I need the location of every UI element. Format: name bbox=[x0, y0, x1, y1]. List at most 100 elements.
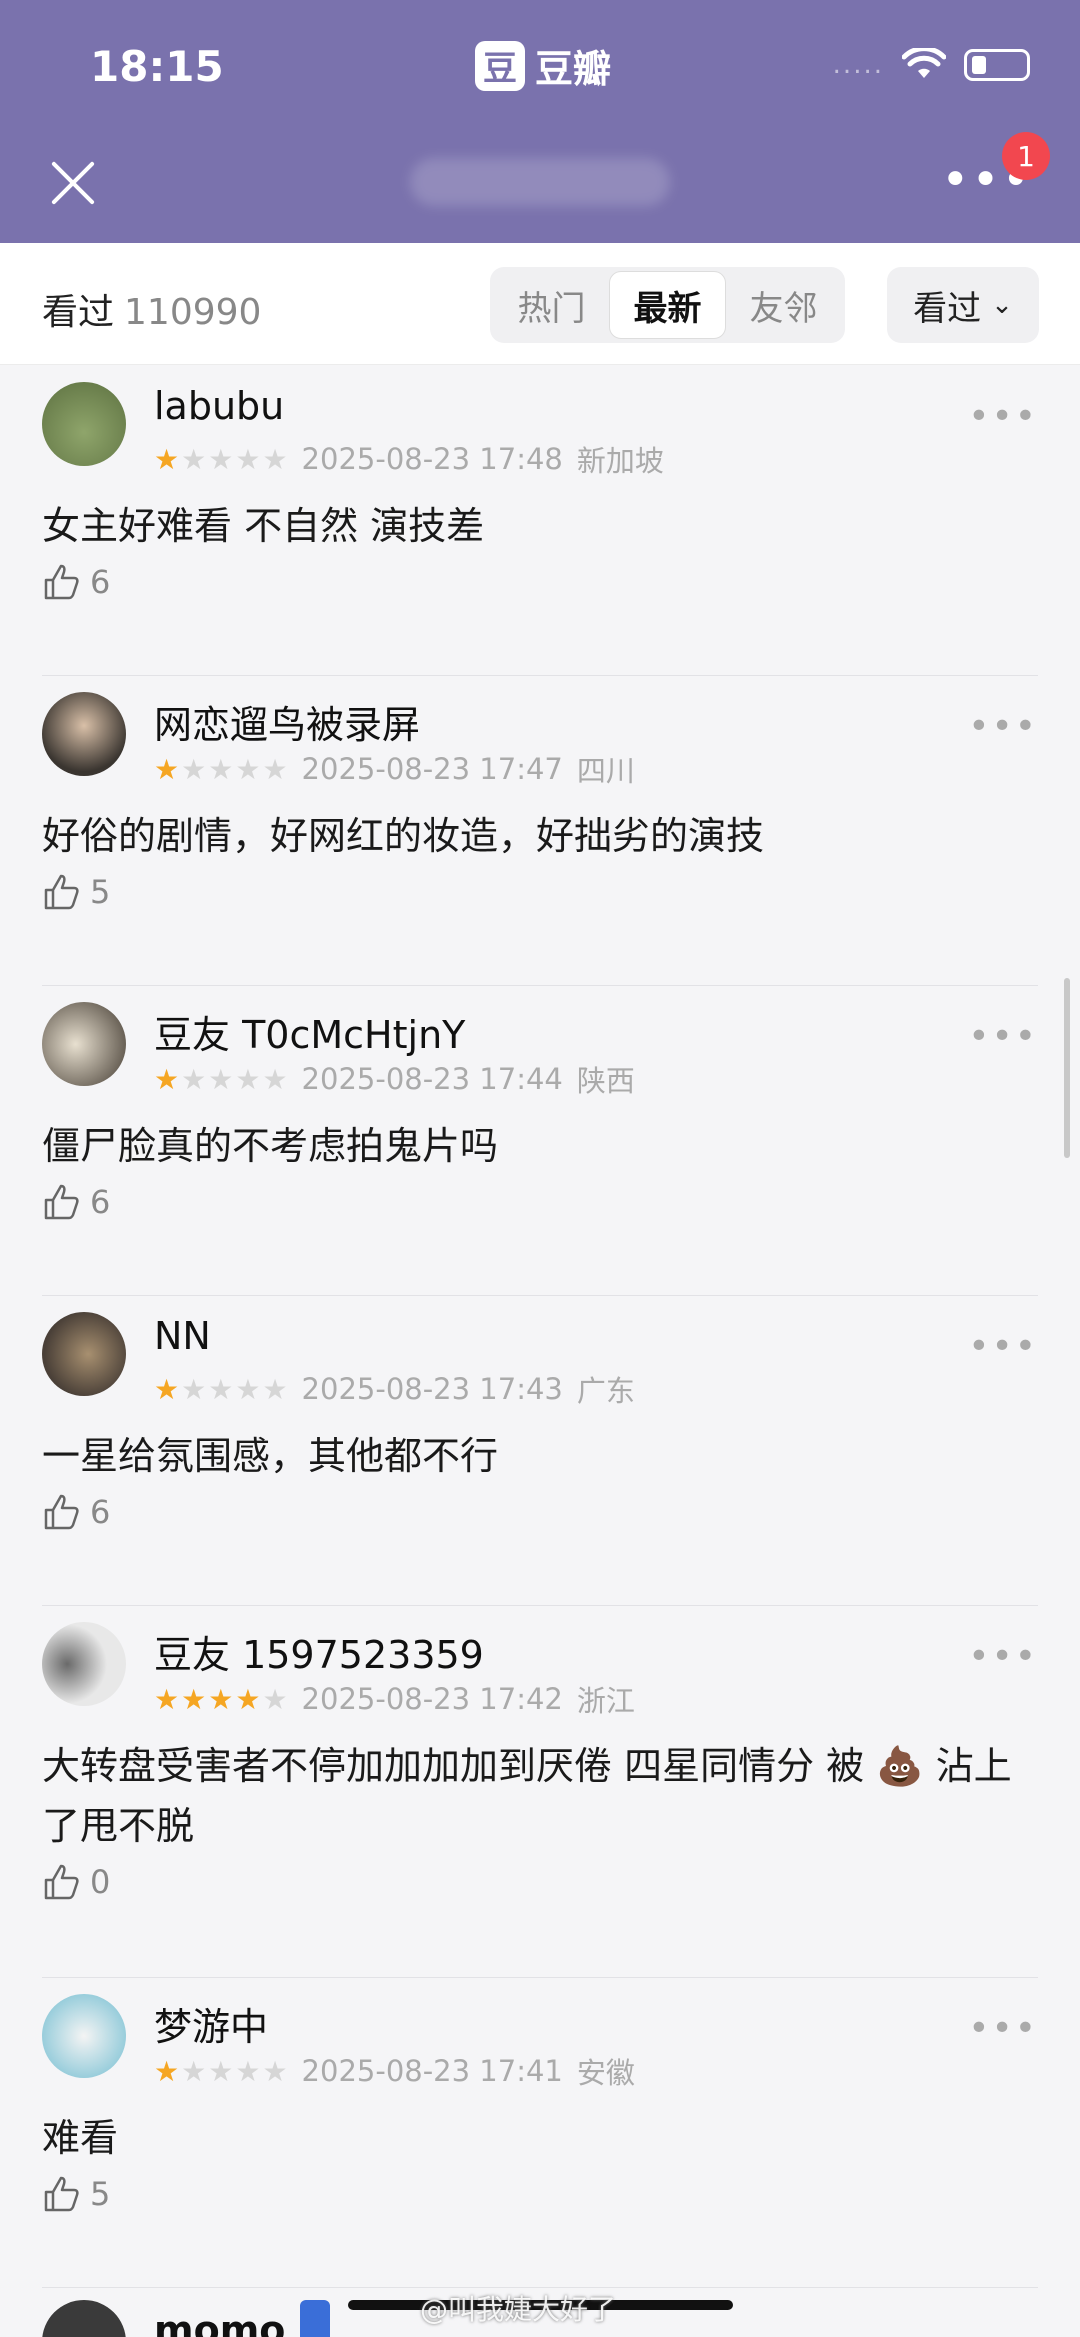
like-count: 6 bbox=[90, 563, 111, 601]
avatar[interactable] bbox=[42, 1994, 126, 2078]
star-icon: ★ bbox=[235, 752, 261, 786]
rating-stars: ★ ★ ★ ★ ★ bbox=[154, 1063, 288, 1096]
username[interactable]: 豆友 1597523359 bbox=[154, 1624, 484, 1679]
review-item: 豆友 T0cMcHtjnY ★ ★ ★ ★ ★ 2025-08-23 17:44 陕西 … bbox=[42, 986, 1038, 1296]
star-icon: ★ bbox=[181, 442, 207, 476]
tab-friends[interactable]: 友邻 bbox=[726, 271, 841, 339]
avatar[interactable] bbox=[42, 2300, 126, 2337]
wifi-icon bbox=[902, 48, 946, 78]
star-icon: ★ bbox=[262, 2054, 288, 2088]
blurred-title bbox=[410, 158, 670, 206]
review-list: labubu ★ ★ ★ ★ ★ 2025-08-23 17:48 新加坡 ••• 女主… bbox=[0, 366, 1080, 2288]
douban-logo-icon: 豆 bbox=[475, 40, 525, 91]
username[interactable]: 网恋遛鸟被录屏 bbox=[154, 694, 420, 749]
review-item: NN ★ ★ ★ ★ ★ 2025-08-23 17:43 广东 ••• 一星给氛围感，… bbox=[42, 1296, 1038, 1606]
star-icon: ★ bbox=[208, 2054, 234, 2088]
chevron-down-icon: ⌄ bbox=[991, 290, 1013, 320]
avatar[interactable] bbox=[42, 1002, 126, 1086]
avatar[interactable] bbox=[42, 1312, 126, 1396]
star-icon: ★ bbox=[181, 1062, 207, 1096]
username[interactable]: labubu bbox=[154, 384, 284, 428]
review-more-button[interactable]: ••• bbox=[968, 1636, 1038, 1677]
star-icon: ★ bbox=[208, 442, 234, 476]
like-button[interactable]: 6 bbox=[42, 1182, 110, 1222]
thumbs-up-icon bbox=[44, 1184, 79, 1220]
like-button[interactable]: 5 bbox=[42, 872, 110, 912]
star-icon: ★ bbox=[208, 1682, 234, 1716]
review-more-button[interactable]: ••• bbox=[968, 1016, 1038, 1057]
watermark: @叫我婕大好了 bbox=[420, 2293, 617, 2326]
review-meta: ★ ★ ★ ★ ★ 2025-08-23 17:48 新加坡 bbox=[154, 438, 664, 480]
star-icon: ★ bbox=[154, 752, 180, 786]
thumbs-up-icon bbox=[44, 1494, 79, 1530]
star-icon: ★ bbox=[235, 2054, 261, 2088]
review-text: 僵尸脸真的不考虑拍鬼片吗 bbox=[42, 1124, 499, 1168]
star-icon: ★ bbox=[181, 1372, 207, 1406]
tab-hot[interactable]: 热门 bbox=[494, 271, 609, 339]
username[interactable]: 豆友 T0cMcHtjnY bbox=[154, 1004, 465, 1059]
review-text: 好俗的剧情，好网红的妆造，好拙劣的演技 bbox=[42, 814, 765, 858]
review-meta: ★ ★ ★ ★ ★ 2025-08-23 17:42 浙江 bbox=[154, 1678, 635, 1720]
star-icon: ★ bbox=[262, 1682, 288, 1716]
dropdown-label: 看过 bbox=[913, 288, 982, 329]
star-icon: ★ bbox=[181, 1682, 207, 1716]
star-icon: ★ bbox=[262, 752, 288, 786]
rating-stars: ★ ★ ★ ★ ★ bbox=[154, 443, 288, 476]
thumbs-up-icon bbox=[44, 874, 79, 910]
review-text: 女主好难看 不自然 演技差 bbox=[42, 504, 485, 548]
review-time: 2025-08-23 17:43 bbox=[301, 1372, 563, 1406]
review-meta: ★ ★ ★ ★ ★ 2025-08-23 17:47 四川 bbox=[154, 748, 635, 790]
star-icon: ★ bbox=[154, 442, 180, 476]
like-count: 5 bbox=[90, 2175, 111, 2213]
sort-tabs: 热门 最新 友邻 bbox=[490, 267, 845, 343]
battery-icon bbox=[964, 49, 1030, 81]
review-location: 新加坡 bbox=[576, 444, 664, 478]
review-location: 四川 bbox=[576, 754, 635, 788]
tab-latest[interactable]: 最新 bbox=[609, 271, 726, 339]
like-button[interactable]: 5 bbox=[42, 2174, 110, 2214]
like-button[interactable]: 6 bbox=[42, 562, 110, 602]
star-icon: ★ bbox=[181, 2054, 207, 2088]
filter-bar: 看过 110990 热门 最新 友邻 看过 ⌄ bbox=[0, 243, 1080, 365]
scrollbar[interactable] bbox=[1064, 978, 1070, 1158]
app-name: 豆瓣 bbox=[535, 47, 612, 91]
avatar[interactable] bbox=[42, 382, 126, 466]
thumbs-up-icon bbox=[44, 564, 79, 600]
seen-label: 看过 bbox=[42, 292, 115, 333]
rating-stars: ★ ★ ★ ★ ★ bbox=[154, 2055, 288, 2088]
star-icon: ★ bbox=[181, 752, 207, 786]
star-icon: ★ bbox=[208, 1372, 234, 1406]
star-icon: ★ bbox=[235, 1682, 261, 1716]
review-meta: ★ ★ ★ ★ ★ 2025-08-23 17:41 安徽 bbox=[154, 2050, 635, 2092]
like-button[interactable]: 6 bbox=[42, 1492, 110, 1532]
review-item: 网恋遛鸟被录屏 ★ ★ ★ ★ ★ 2025-08-23 17:47 四川 ••• 好俗… bbox=[42, 676, 1038, 986]
username[interactable]: NN bbox=[154, 1314, 211, 1358]
like-button[interactable]: 0 bbox=[42, 1862, 110, 1902]
close-button[interactable] bbox=[48, 158, 98, 208]
drink-can-icon bbox=[300, 2300, 330, 2337]
like-count: 6 bbox=[90, 1183, 111, 1221]
review-more-button[interactable]: ••• bbox=[968, 706, 1038, 747]
review-text: 大转盘受害者不停加加加加到厌倦 四星同情分 被 💩 沾上了甩不脱 bbox=[42, 1744, 1012, 1848]
review-more-button[interactable]: ••• bbox=[968, 2008, 1038, 2049]
review-time: 2025-08-23 17:42 bbox=[301, 1682, 563, 1716]
review-item: labubu ★ ★ ★ ★ ★ 2025-08-23 17:48 新加坡 ••• 女主… bbox=[42, 366, 1038, 676]
like-count: 6 bbox=[90, 1493, 111, 1531]
review-location: 浙江 bbox=[576, 1684, 635, 1718]
star-icon: ★ bbox=[154, 1062, 180, 1096]
review-time: 2025-08-23 17:44 bbox=[301, 1062, 563, 1096]
review-location: 陕西 bbox=[576, 1064, 635, 1098]
username[interactable]: momo bbox=[154, 2308, 285, 2337]
star-icon: ★ bbox=[235, 1372, 261, 1406]
review-meta: ★ ★ ★ ★ ★ 2025-08-23 17:43 广东 bbox=[154, 1368, 635, 1410]
status-dropdown[interactable]: 看过 ⌄ bbox=[887, 267, 1039, 343]
rating-stars: ★ ★ ★ ★ ★ bbox=[154, 1373, 288, 1406]
review-more-button[interactable]: ••• bbox=[968, 1326, 1038, 1367]
username[interactable]: 梦游中 bbox=[154, 1996, 268, 2051]
avatar[interactable] bbox=[42, 1622, 126, 1706]
review-more-button[interactable]: ••• bbox=[968, 396, 1038, 437]
avatar[interactable] bbox=[42, 692, 126, 776]
star-icon: ★ bbox=[262, 442, 288, 476]
star-icon: ★ bbox=[262, 1372, 288, 1406]
star-icon: ★ bbox=[208, 752, 234, 786]
